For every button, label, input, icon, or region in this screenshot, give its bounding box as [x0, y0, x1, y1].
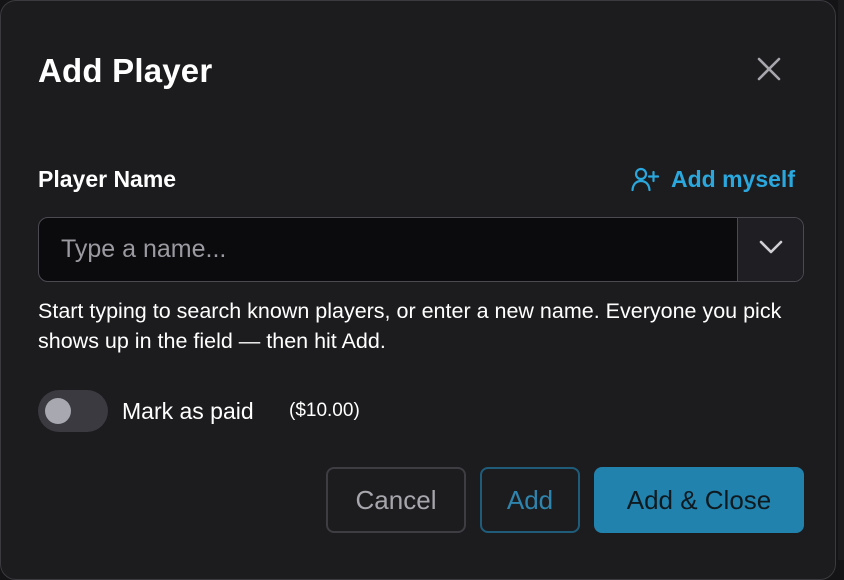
close-icon	[755, 55, 783, 88]
add-player-dialog: Add Player Player Name Add myself Type a…	[0, 0, 836, 580]
mark-paid-label: Mark as paid	[122, 398, 254, 424]
add-myself-button[interactable]: Add myself	[631, 163, 795, 195]
player-name-input[interactable]	[39, 218, 737, 281]
close-button[interactable]	[749, 51, 789, 91]
cancel-button[interactable]: Cancel	[326, 467, 466, 533]
dialog-title: Add Player	[38, 52, 213, 89]
mark-paid-toggle[interactable]	[38, 390, 108, 432]
player-name-label: Player Name	[38, 166, 177, 192]
player-name-combobox	[38, 217, 804, 282]
add-and-close-button[interactable]: Add & Close	[594, 467, 804, 533]
paid-amount: ($10.00)	[289, 400, 360, 421]
player-name-help-text: Start typing to search known players, or…	[38, 299, 782, 353]
add-myself-label: Add myself	[671, 165, 795, 192]
player-dropdown-toggle[interactable]	[737, 218, 803, 281]
toggle-knob	[45, 398, 71, 424]
background-panel-edge	[838, 0, 844, 560]
chevron-down-icon	[758, 239, 784, 260]
user-plus-icon	[631, 166, 659, 192]
add-button[interactable]: Add	[480, 467, 580, 533]
